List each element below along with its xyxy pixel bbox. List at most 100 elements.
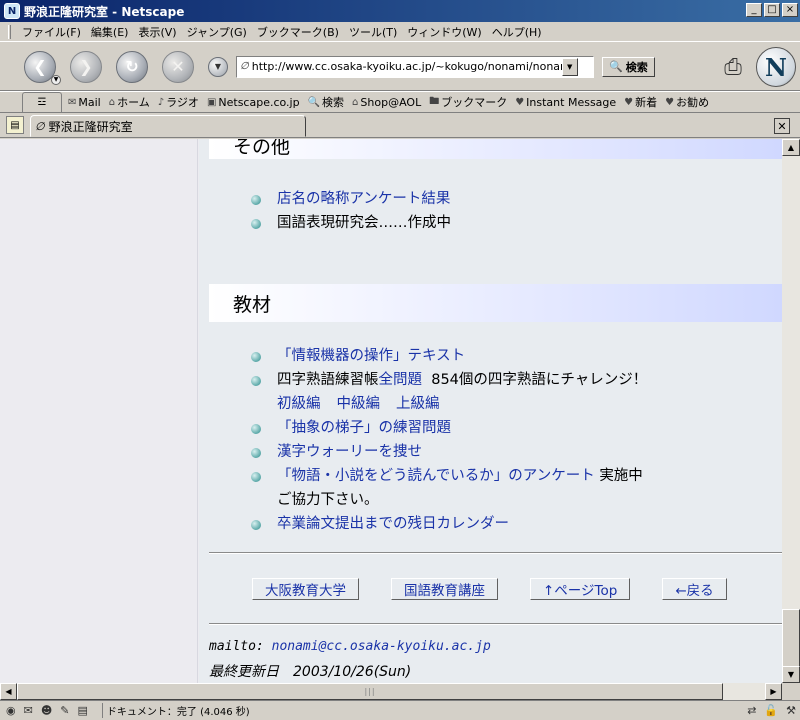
section-header-other: その他 [209, 139, 782, 159]
security-lock-icon[interactable]: 🔓 [764, 704, 778, 717]
tab-active[interactable]: ∅ 野浪正隆研究室 [30, 115, 306, 137]
minimize-button[interactable]: _ [746, 3, 762, 17]
toolbar-link-radio[interactable]: ♪ ラジオ [158, 94, 199, 110]
status-bar: ◉ ✉ ☻ ✎ ▤ ドキュメント：完了 (4.046 秒) ⇄ 🔓 ⚒ [0, 700, 800, 720]
toolbar-link-bookmarks[interactable]: 🖿 ブックマーク [429, 94, 507, 111]
my-netscape-icon: ▣ [206, 96, 217, 108]
toolbar-link-instant-message[interactable]: ♥ Instant Message [515, 96, 616, 109]
intermediate-link[interactable]: 中級編 [337, 396, 381, 412]
list-item: 「情報機器の操作」テキスト [251, 344, 647, 368]
email-link[interactable]: nonami@cc.osaka-kyoiku.ac.jp [272, 639, 491, 654]
scroll-down-button[interactable]: ▼ [782, 666, 800, 683]
kanji-wally-link[interactable]: 漢字ウォーリーを捜せ [277, 444, 422, 460]
status-right-icons: ⇄ 🔓 ⚒ [747, 704, 796, 717]
page-top-button[interactable]: ↑ページTop [530, 578, 631, 600]
window-title: 野浪正隆研究室 - Netscape [24, 4, 185, 19]
sidebar-toggle-icon[interactable]: ▤ [6, 116, 24, 134]
list-item: 店名の略称アンケート結果 [251, 187, 451, 211]
scroll-right-button[interactable]: ▶ [765, 683, 782, 700]
bullet-icon [251, 424, 261, 434]
menu-tools[interactable]: ツール(T) [344, 24, 402, 40]
menu-window[interactable]: ウィンドウ(W) [402, 24, 486, 40]
url-history-dropdown[interactable]: ▼ [208, 56, 228, 77]
story-survey-link[interactable]: 「物語・小説をどう読んでいるか」のアンケート [277, 468, 595, 484]
vertical-scroll-thumb[interactable] [782, 609, 800, 667]
last-modified-text: 最終更新日 2003/10/26(Sun) [209, 664, 412, 680]
toolbar-link-shop[interactable]: ⌂ Shop@AOL [352, 96, 421, 109]
navigator-icon[interactable]: ◉ [6, 704, 16, 717]
back-history-dropdown-icon[interactable]: ▼ [51, 74, 61, 85]
window-controls: _ □ × [746, 3, 798, 17]
footer-navigation: 大阪教育大学 国語教育講座 ↑ページTop ←戻る [252, 578, 727, 600]
maximize-button[interactable]: □ [764, 3, 780, 17]
connection-icon[interactable]: ⇄ [747, 704, 756, 717]
back-button[interactable]: ❮ ▼ [24, 50, 61, 85]
menu-view[interactable]: 表示(V) [133, 24, 181, 40]
mail-icon[interactable]: ✉ [24, 704, 33, 717]
toolbar-link-mail[interactable]: ✉ Mail [68, 96, 101, 109]
site-info-icon[interactable]: ⚒ [786, 704, 796, 717]
list-item: 国語表現研究会……作成中 [251, 211, 451, 235]
toolbar-link-netscape[interactable]: ▣ Netscape.co.jp [207, 96, 300, 109]
horizontal-scrollbar[interactable]: ◀ ||| ▶ [0, 683, 782, 700]
close-tab-button[interactable]: ✕ [774, 118, 790, 134]
info-device-text-link[interactable]: 「情報機器の操作」テキスト [277, 348, 465, 364]
navigation-toolbar: ❮ ▼ ❯ ↻ ✕ ▼ ∅ ▼ 🔍 検索 ⎙ N [0, 43, 800, 91]
tab-bar: ▤ ∅ 野浪正隆研究室 ✕ [0, 114, 800, 138]
close-button[interactable]: × [782, 3, 798, 17]
scrollbar-corner [782, 683, 800, 700]
toolbar-link-home[interactable]: ⌂ ホーム [109, 94, 150, 110]
menu-bar: ファイル(F) 編集(E) 表示(V) ジャンプ(G) ブックマーク(B) ツー… [0, 22, 800, 42]
url-input[interactable] [251, 60, 562, 73]
expression-study-text: 国語表現研究会……作成中 [277, 215, 451, 231]
osaka-kyoiku-univ-button[interactable]: 大阪教育大学 [252, 578, 359, 600]
menu-bookmarks[interactable]: ブックマーク(B) [252, 24, 344, 40]
survey-status-text: 実施中 [599, 468, 643, 484]
list-item: 「抽象の梯子」の練習問題 [251, 416, 647, 440]
abstraction-ladder-link[interactable]: 「抽象の梯子」の練習問題 [277, 420, 451, 436]
scroll-left-button[interactable]: ◀ [0, 683, 17, 700]
section-title-other: その他 [233, 139, 291, 158]
menu-file[interactable]: ファイル(F) [17, 24, 86, 40]
instant-messenger-icon[interactable]: ☻ [41, 704, 52, 717]
scroll-up-button[interactable]: ▲ [782, 139, 800, 156]
menu-help[interactable]: ヘルプ(H) [487, 24, 547, 40]
thesis-calendar-link[interactable]: 卒業論文提出までの残日カレンダー [277, 516, 509, 532]
advanced-link[interactable]: 上級編 [396, 396, 440, 412]
netscape-throbber-icon[interactable]: N [756, 47, 796, 87]
shop-abbreviation-survey-link[interactable]: 店名の略称アンケート結果 [277, 191, 450, 207]
search-button-label: 検索 [625, 60, 648, 74]
toolbar-link-recommended[interactable]: ♥ お勧め [665, 94, 709, 110]
search-icon: 🔍 [307, 96, 321, 108]
all-problems-link[interactable]: 全問題 [379, 372, 423, 388]
toolbar-link-label: 検索 [322, 96, 345, 109]
stop-icon: ✕ [171, 57, 185, 76]
address-book-icon[interactable]: ▤ [78, 704, 88, 717]
menu-edit[interactable]: 編集(E) [86, 24, 134, 40]
composer-icon[interactable]: ✎ [60, 704, 69, 717]
toolbar-link-label: Instant Message [526, 95, 617, 109]
bullet-icon [251, 520, 261, 530]
other-list: 店名の略称アンケート結果 国語表現研究会……作成中 [251, 187, 451, 235]
beginner-link[interactable]: 初級編 [277, 396, 321, 412]
back-page-button[interactable]: ←戻る [662, 578, 727, 600]
menu-go[interactable]: ジャンプ(G) [182, 24, 252, 40]
bullet-icon [251, 472, 261, 482]
stop-button[interactable]: ✕ [162, 50, 194, 83]
section-title-materials: 教材 [233, 293, 272, 316]
toolbar-link-search[interactable]: 🔍 検索 [308, 94, 344, 110]
reload-icon: ↻ [125, 57, 139, 76]
toolbar-grip[interactable] [8, 24, 11, 39]
print-icon[interactable]: ⎙ [718, 52, 748, 82]
reload-button[interactable]: ↻ [116, 50, 148, 83]
japanese-education-dept-button[interactable]: 国語教育講座 [391, 578, 498, 600]
toolbar-link-new[interactable]: ♥ 新着 [624, 94, 657, 110]
personal-toolbar-tab-icon[interactable]: ☲ [22, 92, 62, 112]
toolbar-link-label: Shop@AOL [360, 95, 422, 109]
horizontal-scroll-thumb[interactable]: ||| [17, 683, 723, 700]
idiom-level-links: 初級編 中級編 上級編 [251, 392, 647, 416]
vertical-scrollbar[interactable]: ▲ ▼ [782, 139, 800, 683]
forward-button[interactable]: ❯ [70, 50, 102, 83]
url-dropdown-button[interactable]: ▼ [561, 57, 578, 76]
search-button[interactable]: 🔍 検索 [602, 56, 655, 77]
